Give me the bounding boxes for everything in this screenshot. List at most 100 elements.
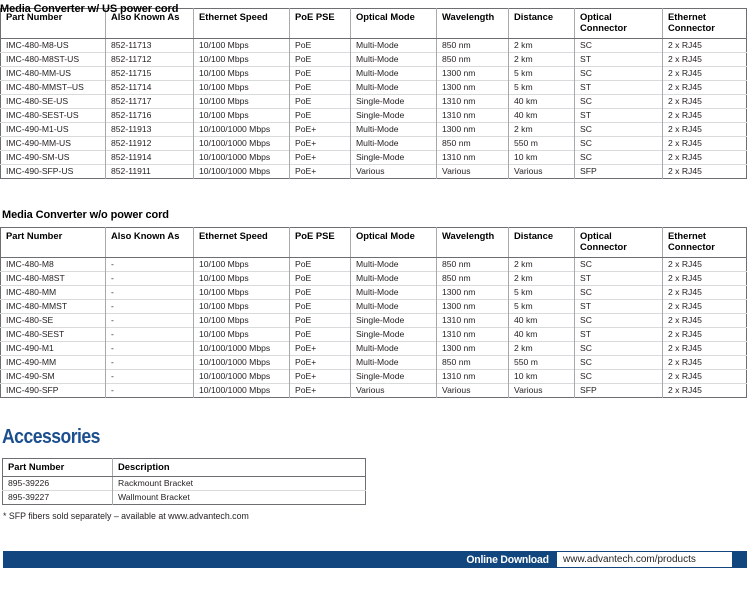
table-row: IMC-490-MM-US 852-11912 10/100/1000 Mbps Po…: [0, 136, 747, 151]
table-cell: SC: [574, 136, 663, 151]
table-cell: Single-Mode: [350, 150, 437, 165]
table-cell: 10 km: [508, 150, 575, 165]
table-cell: 2 x RJ45: [662, 150, 747, 165]
datasheet-page: Media Converter w/ US power cord Part Nu…: [0, 0, 750, 591]
media-converter-nocord-section: Part Number Also Known As Ethernet Speed…: [0, 227, 747, 398]
table-cell: Various: [436, 164, 509, 179]
online-download-url-box[interactable]: www.advantech.com/products: [557, 552, 732, 567]
table-cell: 2 x RJ45: [662, 341, 747, 356]
table-cell: -: [105, 327, 194, 342]
table-cell: Multi-Mode: [350, 80, 437, 95]
table-cell: 895-39226: [2, 475, 113, 490]
table-cell: 1300 nm: [436, 299, 509, 314]
table-cell: IMC-490-M1-US: [0, 122, 106, 137]
table-cell: -: [105, 271, 194, 286]
table-cell: 10/100 Mbps: [193, 285, 290, 300]
table-cell: 2 km: [508, 341, 575, 356]
table-cell: PoE: [289, 108, 351, 123]
table-cell: 2 x RJ45: [662, 257, 747, 272]
table-cell: IMC-480-SEST: [0, 327, 106, 342]
table-cell: 10/100 Mbps: [193, 80, 290, 95]
table-cell: 852-11714: [105, 80, 194, 95]
table-cell: ST: [574, 271, 663, 286]
table-cell: 10/100 Mbps: [193, 38, 290, 53]
table-cell: 10/100 Mbps: [193, 94, 290, 109]
table-cell: 2 km: [508, 257, 575, 272]
table-cell: 852-11713: [105, 38, 194, 53]
table-cell: 852-11712: [105, 52, 194, 67]
col-ethernet-connector: Ethernet Connector: [662, 227, 747, 258]
table-cell: 2 x RJ45: [662, 122, 747, 137]
table-cell: PoE: [289, 66, 351, 81]
table-cell: 10/100/1000 Mbps: [193, 164, 290, 179]
table-cell: PoE: [289, 52, 351, 67]
table-cell: 40 km: [508, 327, 575, 342]
table-cell: 852-11717: [105, 94, 194, 109]
table-cell: 40 km: [508, 108, 575, 123]
table-row: IMC-490-SFP -10/100/1000 Mbps PoE+ Various V…: [0, 383, 747, 398]
table-cell: SC: [574, 94, 663, 109]
table-cell: 2 x RJ45: [662, 383, 747, 398]
table-cell: 850 nm: [436, 257, 509, 272]
table-cell: Multi-Mode: [350, 355, 437, 370]
table-cell: 1300 nm: [436, 66, 509, 81]
col-distance: Distance: [508, 227, 575, 258]
table-cell: 2 x RJ45: [662, 271, 747, 286]
table-cell: 850 nm: [436, 38, 509, 53]
online-download-url[interactable]: www.advantech.com/products: [563, 554, 696, 565]
table-cell: 10/100 Mbps: [193, 299, 290, 314]
table-cell: 1300 nm: [436, 122, 509, 137]
table-cell: 10/100 Mbps: [193, 66, 290, 81]
table-cell: 10/100 Mbps: [193, 108, 290, 123]
table-cell: 1310 nm: [436, 150, 509, 165]
col-wavelength: Wavelength: [436, 227, 509, 258]
table-row: IMC-490-SFP-US 852-11911 10/100/1000 Mbps P…: [0, 164, 747, 179]
table-cell: Multi-Mode: [350, 66, 437, 81]
table-body-nocord: IMC-480-M8-10/100 Mbps PoE Multi-Mode 850 n…: [0, 257, 747, 398]
table-cell: 2 x RJ45: [662, 327, 747, 342]
table-cell: SC: [574, 257, 663, 272]
table-row: IMC-490-MM -10/100/1000 Mbps PoE+ Multi-Mod…: [0, 355, 747, 370]
table-cell: 852-11716: [105, 108, 194, 123]
table-cell: SC: [574, 355, 663, 370]
table-cell: 550 m: [508, 136, 575, 151]
table-cell: 852-11911: [105, 164, 194, 179]
table-cell: PoE: [289, 94, 351, 109]
col-distance: Distance: [508, 8, 575, 39]
col-wavelength: Wavelength: [436, 8, 509, 39]
table-cell: Wallmount Bracket: [112, 489, 366, 504]
table-cell: 1300 nm: [436, 80, 509, 95]
table-cell: SC: [574, 122, 663, 137]
table-cell: 5 km: [508, 80, 575, 95]
table-cell: 1310 nm: [436, 327, 509, 342]
table-cell: 852-11914: [105, 150, 194, 165]
table-cell: IMC-490-MM-US: [0, 136, 106, 151]
table-cell: PoE: [289, 271, 351, 286]
table-cell: 2 km: [508, 122, 575, 137]
table-cell: IMC-480-M8ST-US: [0, 52, 106, 67]
col-also-known-as: Also Known As: [105, 227, 194, 258]
table-cell: 2 x RJ45: [662, 80, 747, 95]
table-cell: 852-11715: [105, 66, 194, 81]
accessories-table-body: 895-39226 Rackmount Bracket 895-39227 Wallm…: [2, 475, 366, 504]
table-cell: PoE+: [289, 150, 351, 165]
media-converter-us-section: Media Converter w/ US power cord Part Nu…: [0, 3, 747, 179]
table-cell: IMC-480-SEST-US: [0, 108, 106, 123]
table-cell: IMC-490-SM-US: [0, 150, 106, 165]
table-cell: SC: [574, 285, 663, 300]
table-cell: -: [105, 355, 194, 370]
table-cell: SC: [574, 150, 663, 165]
table-cell: Multi-Mode: [350, 341, 437, 356]
table-row: 895-39227 Wallmount Bracket: [2, 489, 366, 504]
section-title-no-power-cord: Media Converter w/o power cord: [2, 209, 169, 221]
table-cell: PoE: [289, 327, 351, 342]
table-cell: PoE: [289, 257, 351, 272]
table-row: IMC-480-M8-US 852-11713 10/100 Mbps PoE Mult…: [0, 38, 747, 53]
table-cell: IMC-480-M8-US: [0, 38, 106, 53]
table-cell: 2 km: [508, 38, 575, 53]
col-poe-pse: PoE PSE: [289, 8, 351, 39]
table-cell: 2 x RJ45: [662, 108, 747, 123]
col-optical-mode: Optical Mode: [350, 8, 437, 39]
table-cell: 2 x RJ45: [662, 313, 747, 328]
table-cell: IMC-480-SE: [0, 313, 106, 328]
